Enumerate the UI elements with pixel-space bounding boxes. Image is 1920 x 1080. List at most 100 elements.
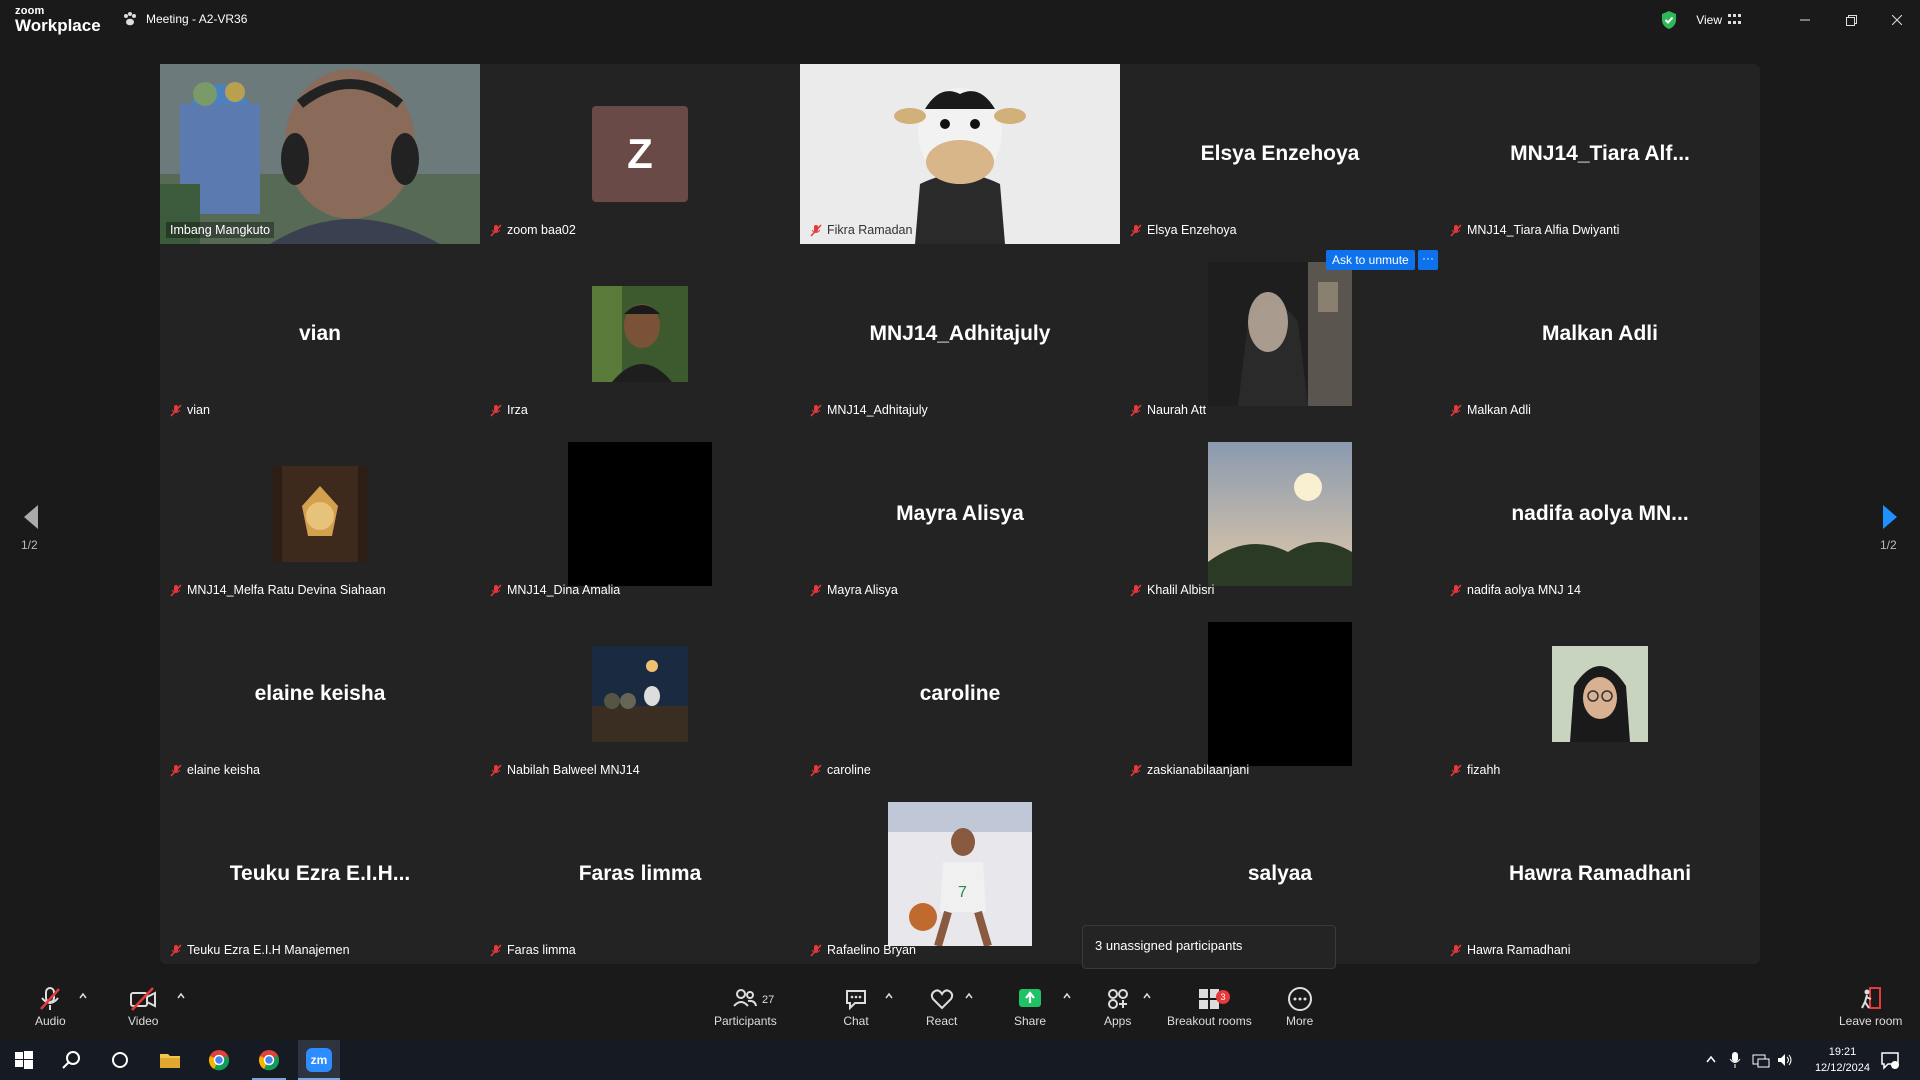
- system-clock[interactable]: 19:21 12/12/2024: [1815, 1044, 1870, 1076]
- participant-name: Irza: [486, 402, 532, 418]
- mic-muted-icon: [1450, 943, 1462, 957]
- video-label: Video: [128, 1014, 159, 1028]
- apps-icon: [1107, 989, 1128, 1009]
- participant-tile[interactable]: Malkan Adli Malkan Adli: [1440, 244, 1760, 424]
- breakout-badge: 3: [1216, 990, 1230, 1004]
- participant-tile[interactable]: Nabilah Balweel MNJ14: [480, 604, 800, 784]
- participant-tile[interactable]: Irza: [480, 244, 800, 424]
- meeting-toolbar: Audio Video Participants 27 Chat React S…: [0, 980, 1920, 1040]
- chevron-up-icon[interactable]: [1142, 992, 1152, 1000]
- participant-name: Nabilah Balweel MNJ14: [486, 762, 644, 778]
- participant-name: fizahh: [1446, 762, 1504, 778]
- mic-muted-icon: [170, 583, 182, 597]
- display-name: Hawra Ramadhani: [1508, 862, 1692, 885]
- participant-name: MNJ14_Dina Amalia: [486, 582, 624, 598]
- participant-name: Khalil Albisri: [1126, 582, 1218, 598]
- chat-button[interactable]: Chat: [843, 986, 869, 1028]
- minimize-button[interactable]: [1782, 0, 1828, 40]
- participant-name: Imbang Mangkuto: [166, 222, 275, 238]
- participant-tile[interactable]: caroline caroline: [800, 604, 1120, 784]
- participant-name: caroline: [806, 762, 875, 778]
- mic-muted-icon: [490, 583, 502, 597]
- chevron-up-icon[interactable]: [1062, 992, 1072, 1000]
- volume-icon[interactable]: [1776, 1052, 1794, 1068]
- chevron-up-icon[interactable]: [1705, 1054, 1717, 1064]
- svg-text:7: 7: [958, 884, 967, 901]
- participant-tile[interactable]: Z zoom baa02: [480, 64, 800, 244]
- chevron-up-icon[interactable]: [964, 992, 974, 1000]
- more-button[interactable]: More: [1286, 986, 1313, 1028]
- participant-tile[interactable]: zaskianabilaanjani: [1120, 604, 1440, 784]
- minimize-icon: [1800, 19, 1810, 21]
- participant-tile[interactable]: Hawra Ramadhani Hawra Ramadhani: [1440, 784, 1760, 964]
- microphone-icon[interactable]: [1728, 1051, 1742, 1069]
- mic-muted-icon: [810, 943, 822, 957]
- more-label: More: [1286, 1014, 1314, 1028]
- prev-page-arrow-icon[interactable]: [16, 497, 46, 537]
- shield-icon[interactable]: [1660, 10, 1678, 30]
- participant-tile[interactable]: elaine keisha elaine keisha: [160, 604, 480, 784]
- participant-tile[interactable]: 7 Rafaelino Bryan: [800, 784, 1120, 964]
- clock-time: 19:21: [1828, 1046, 1857, 1058]
- windows-start-icon[interactable]: [12, 1048, 36, 1072]
- participant-name: Faras limma: [486, 942, 580, 958]
- participant-tile[interactable]: MNJ14_Melfa Ratu Devina Siahaan: [160, 424, 480, 604]
- display-name: Faras limma: [578, 862, 702, 885]
- meeting-info[interactable]: Meeting - A2-VR36: [122, 11, 247, 27]
- participants-button[interactable]: Participants: [714, 986, 777, 1028]
- meeting-title: Meeting - A2-VR36: [146, 12, 248, 26]
- breakout-rooms-button[interactable]: Breakout rooms: [1167, 986, 1252, 1028]
- chevron-up-icon[interactable]: [176, 992, 186, 1000]
- participant-tile[interactable]: MNJ14_Adhitajuly MNJ14_Adhitajuly: [800, 244, 1120, 424]
- title-bar: zoom Workplace Meeting - A2-VR36 View: [0, 0, 1920, 40]
- video-button[interactable]: Video: [128, 986, 158, 1028]
- participant-tile[interactable]: Teuku Ezra E.I.H... Teuku Ezra E.I.H Man…: [160, 784, 480, 964]
- leave-room-button[interactable]: Leave room: [1839, 986, 1902, 1028]
- display-name: elaine keisha: [254, 682, 386, 705]
- tile-more-button[interactable]: ···: [1418, 250, 1438, 270]
- profile-photo: [592, 286, 688, 382]
- participant-tile[interactable]: Fikra Ramadan: [800, 64, 1120, 244]
- chevron-up-icon[interactable]: [78, 992, 88, 1000]
- share-screen-icon: [1019, 989, 1042, 1007]
- ask-to-unmute-button[interactable]: Ask to unmute: [1326, 250, 1415, 270]
- participant-name: nadifa aolya MNJ 14: [1446, 582, 1585, 598]
- participant-tile[interactable]: vian vian: [160, 244, 480, 424]
- participant-tile[interactable]: Elsya Enzehoya Elsya Enzehoya: [1120, 64, 1440, 244]
- unassigned-participants-tooltip[interactable]: 3 unassigned participants: [1082, 925, 1336, 969]
- search-icon[interactable]: [60, 1048, 84, 1072]
- display-name: Elsya Enzehoya: [1200, 142, 1360, 165]
- react-button[interactable]: React: [926, 986, 957, 1028]
- participant-tile[interactable]: fizahh: [1440, 604, 1760, 784]
- page-indicator-left: 1/2: [21, 538, 38, 552]
- participant-tile[interactable]: Mayra Alisya Mayra Alisya: [800, 424, 1120, 604]
- participant-tile[interactable]: nadifa aolya MN... nadifa aolya MNJ 14: [1440, 424, 1760, 604]
- task-view-icon[interactable]: [108, 1048, 132, 1072]
- participant-tile[interactable]: MNJ14_Tiara Alf... MNJ14_Tiara Alfia Dwi…: [1440, 64, 1760, 244]
- restore-button[interactable]: [1828, 0, 1874, 40]
- participant-tile[interactable]: Naurah Att: [1120, 244, 1440, 424]
- participant-tile[interactable]: Khalil Albisri: [1120, 424, 1440, 604]
- share-button[interactable]: Share: [1014, 986, 1046, 1028]
- notification-icon[interactable]: [1880, 1050, 1900, 1070]
- chrome-icon[interactable]: [207, 1048, 231, 1072]
- participant-tile[interactable]: Faras limma Faras limma: [480, 784, 800, 964]
- display-name: MNJ14_Tiara Alf...: [1510, 142, 1690, 165]
- participant-tile[interactable]: MNJ14_Dina Amalia: [480, 424, 800, 604]
- participant-name: MNJ14_Tiara Alfia Dwiyanti: [1446, 222, 1623, 238]
- view-button[interactable]: View: [1696, 13, 1742, 27]
- chrome-profile-icon[interactable]: [257, 1048, 281, 1072]
- participants-count: 27: [762, 994, 775, 1006]
- chevron-up-icon[interactable]: [884, 992, 894, 1000]
- leave-label: Leave room: [1839, 1014, 1903, 1028]
- apps-button[interactable]: Apps: [1104, 986, 1131, 1028]
- next-page-arrow-icon[interactable]: [1875, 497, 1905, 537]
- react-label: React: [926, 1014, 958, 1028]
- participants-icon: [733, 989, 758, 1007]
- grid-icon: [1728, 14, 1742, 26]
- close-button[interactable]: [1874, 0, 1920, 40]
- participant-tile[interactable]: Imbang Mangkuto: [160, 64, 480, 244]
- file-explorer-icon[interactable]: [158, 1048, 182, 1072]
- network-icon[interactable]: [1752, 1052, 1770, 1068]
- audio-button[interactable]: Audio: [35, 986, 66, 1028]
